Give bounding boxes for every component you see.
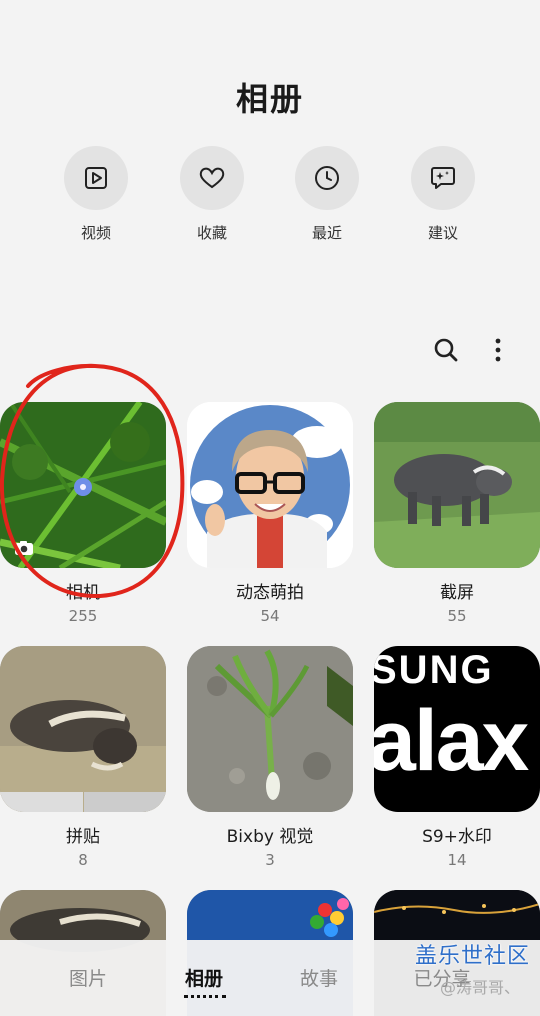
- album-thumbnail: SUNG alax: [374, 646, 540, 812]
- album-name: 动态萌拍: [236, 583, 304, 603]
- quick-action-favorites[interactable]: 收藏: [162, 146, 262, 243]
- clock-icon: [295, 146, 359, 210]
- album-collage[interactable]: 拼贴 8: [0, 646, 166, 869]
- quick-action-recent[interactable]: 最近: [277, 146, 377, 243]
- video-play-icon: [64, 146, 128, 210]
- quick-action-suggestions[interactable]: 建议: [393, 146, 493, 243]
- album-count: 54: [260, 607, 280, 625]
- thumbnail-text-big: alax: [374, 693, 529, 789]
- album-screenshots[interactable]: 截屏 55: [374, 402, 540, 625]
- search-icon[interactable]: [428, 332, 464, 368]
- quick-action-label: 最近: [311, 224, 342, 242]
- tab-albums[interactable]: 相册: [154, 964, 254, 991]
- more-vertical-icon[interactable]: [480, 332, 516, 368]
- watermark-user: @涛哥哥、: [439, 978, 520, 997]
- annotation-circle: [0, 363, 185, 599]
- album-count: 3: [265, 851, 275, 869]
- album-count: 14: [447, 851, 467, 869]
- sparkle-chat-icon: [411, 146, 475, 210]
- album-name: 截屏: [440, 583, 474, 603]
- album-thumbnail: [187, 646, 353, 812]
- tab-pictures[interactable]: 图片: [38, 964, 138, 991]
- quick-action-label: 建议: [427, 224, 458, 242]
- album-count: 8: [78, 851, 88, 869]
- album-thumbnail: [374, 402, 540, 568]
- heart-icon: [180, 146, 244, 210]
- page-title: 相册: [235, 80, 304, 118]
- album-count: 55: [447, 607, 467, 625]
- album-bixby-vision[interactable]: Bixby 视觉 3: [187, 646, 353, 869]
- album-thumbnail: [0, 646, 166, 812]
- tab-stories[interactable]: 故事: [269, 964, 369, 991]
- quick-actions: 视频 收藏 最近 建议: [0, 146, 540, 256]
- quick-action-video[interactable]: 视频: [46, 146, 146, 243]
- watermark-brand: 盖乐世社区: [414, 944, 530, 969]
- quick-action-label: 视频: [80, 224, 111, 242]
- active-tab-indicator: [184, 994, 226, 998]
- album-name: 拼贴: [66, 827, 100, 847]
- album-s9-watermark[interactable]: SUNG alax S9+水印 14: [374, 646, 540, 869]
- thumbnail-text-top: SUNG: [374, 648, 494, 692]
- album-thumbnail: [187, 402, 353, 568]
- album-name: Bixby 视觉: [226, 827, 314, 847]
- quick-action-label: 收藏: [196, 224, 227, 242]
- album-name: S9+水印: [422, 827, 492, 847]
- album-ar-emoji[interactable]: 动态萌拍 54: [187, 402, 353, 625]
